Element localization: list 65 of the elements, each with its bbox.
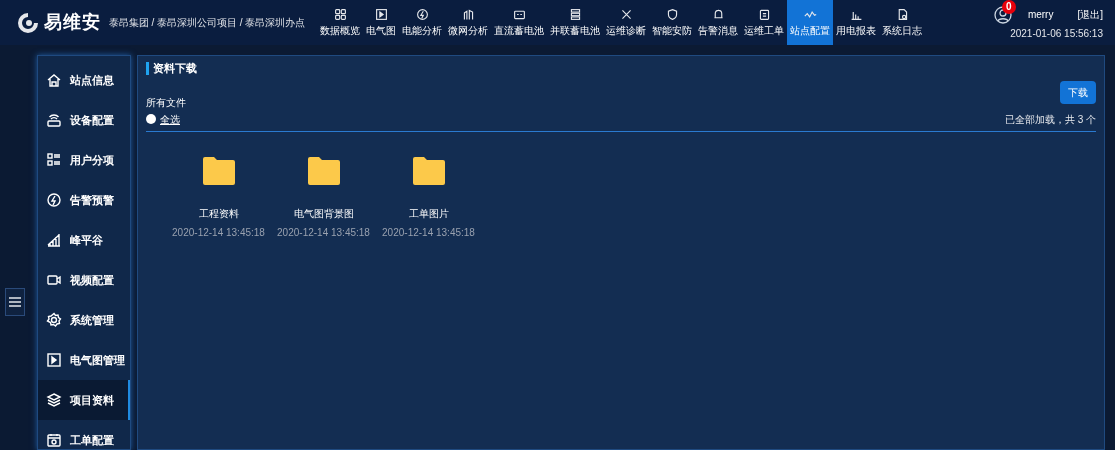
sidebar-item[interactable]: 工单配置	[38, 420, 130, 450]
logout-link[interactable]: [退出]	[1077, 6, 1103, 22]
home-icon	[46, 72, 62, 88]
video-camera-icon	[46, 272, 62, 288]
file-date: 2020-12-14 13:45:18	[277, 225, 370, 240]
breadcrumb: 泰昂集团 / 泰昂深圳公司项目 / 泰昂深圳办点	[108, 16, 306, 30]
nav-tab[interactable]: 智能安防	[649, 0, 696, 45]
file-date: 2020-12-14 13:45:18	[382, 225, 475, 240]
sidebar-item[interactable]: 站点信息	[38, 60, 130, 100]
checkbox[interactable]	[146, 114, 156, 124]
sidebar-item[interactable]: 告警预警	[38, 180, 130, 220]
sidebar-toggle[interactable]	[5, 288, 25, 316]
nav-tab[interactable]: 站点配置	[787, 0, 834, 45]
calendar-icon	[46, 432, 62, 448]
grid-icon	[333, 7, 347, 21]
section-label: 所有文件	[146, 95, 186, 110]
nav-tab[interactable]: 用电报表	[833, 0, 880, 45]
logo-icon	[16, 10, 40, 35]
nav-tab[interactable]: 直流蓄电池	[491, 0, 548, 45]
nav-tab[interactable]: 微网分析	[445, 0, 492, 45]
sidebar-item[interactable]: 系统管理	[38, 300, 130, 340]
folder-icon[interactable]	[306, 155, 341, 186]
clipboard-icon	[757, 7, 771, 21]
bolt-icon	[415, 7, 429, 21]
sidebar-item[interactable]: 设备配置	[38, 100, 130, 140]
settings-icon	[46, 312, 62, 328]
nav-tab[interactable]: 运维诊断	[603, 0, 650, 45]
panel-icon	[46, 352, 62, 368]
sidebar-item[interactable]: 用户分项	[38, 140, 130, 180]
notification-badge: 0	[1001, 0, 1016, 14]
load-status: 已全部加载，共 3 个	[1004, 112, 1096, 127]
file-name[interactable]: 电气图背景图	[293, 205, 354, 221]
download-button[interactable]: 下载	[1060, 80, 1096, 104]
datetime: 2021-01-06 15:56:13	[1010, 27, 1103, 41]
signal-bars-icon	[46, 232, 62, 248]
nav-tab[interactable]: 电气图	[363, 0, 400, 45]
shield-icon	[665, 7, 679, 21]
list-icon	[46, 152, 62, 168]
stack-icon	[568, 7, 582, 21]
panel-title: 资料下载	[153, 61, 197, 76]
nav-tab[interactable]: 电能分析	[399, 0, 446, 45]
nav-tab[interactable]: 并联蓄电池	[547, 0, 604, 45]
nav-tab[interactable]: 系统日志	[879, 0, 926, 45]
tower-icon	[461, 7, 475, 21]
folder-icon[interactable]	[411, 155, 446, 186]
layers-icon	[46, 392, 62, 408]
logo-text: 易维安	[44, 11, 101, 34]
folder-icon[interactable]	[201, 155, 236, 186]
sidebar-item[interactable]: 峰平谷	[38, 220, 130, 260]
username: merry	[1027, 7, 1054, 22]
select-all-label[interactable]: 全选	[160, 111, 180, 127]
menu-icon	[9, 296, 21, 308]
panel-icon	[374, 7, 388, 21]
tools-icon	[619, 7, 633, 21]
sidebar-item[interactable]: 项目资料	[38, 380, 130, 420]
file-name[interactable]: 工程资料	[198, 205, 239, 221]
bolt-icon	[46, 192, 62, 208]
sidebar-item[interactable]: 视频配置	[38, 260, 130, 300]
sidebar-item[interactable]: 电气图管理	[38, 340, 130, 380]
nav-tab[interactable]: 告警消息	[695, 0, 742, 45]
nav-tab[interactable]: 数据概览	[317, 0, 364, 45]
router-icon	[46, 112, 62, 128]
file-name[interactable]: 工单图片	[408, 205, 449, 221]
nav-tab[interactable]: 运维工单	[741, 0, 788, 45]
file-date: 2020-12-14 13:45:18	[172, 225, 265, 240]
